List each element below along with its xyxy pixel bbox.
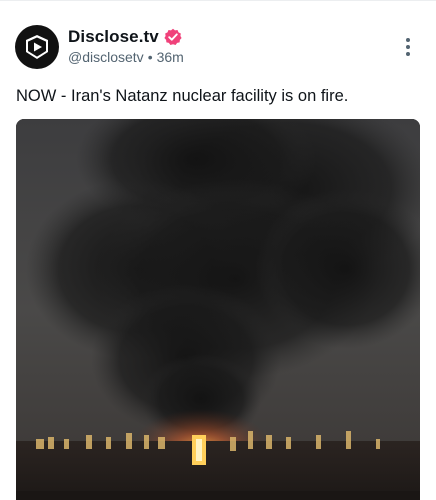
meta-separator: • <box>147 49 153 65</box>
author-display-name[interactable]: Disclose.tv <box>68 27 159 47</box>
verified-badge-icon <box>164 28 182 46</box>
more-vertical-icon <box>406 38 410 42</box>
author-name-row: Disclose.tv <box>68 27 182 47</box>
post-text: NOW - Iran's Natanz nuclear facility is … <box>16 87 349 105</box>
author-meta-row: @disclosetv • 36m <box>68 49 184 65</box>
post-media-image[interactable] <box>16 119 420 500</box>
author-handle[interactable]: @disclosetv <box>68 49 144 65</box>
post-card: Disclose.tv @disclosetv • 36m NOW - Iran… <box>0 0 436 500</box>
avatar[interactable] <box>15 25 59 69</box>
play-shield-logo-icon <box>26 35 48 59</box>
more-options-button[interactable] <box>398 35 418 59</box>
facility-fire-night-photo <box>16 119 420 500</box>
post-time[interactable]: 36m <box>157 49 184 65</box>
